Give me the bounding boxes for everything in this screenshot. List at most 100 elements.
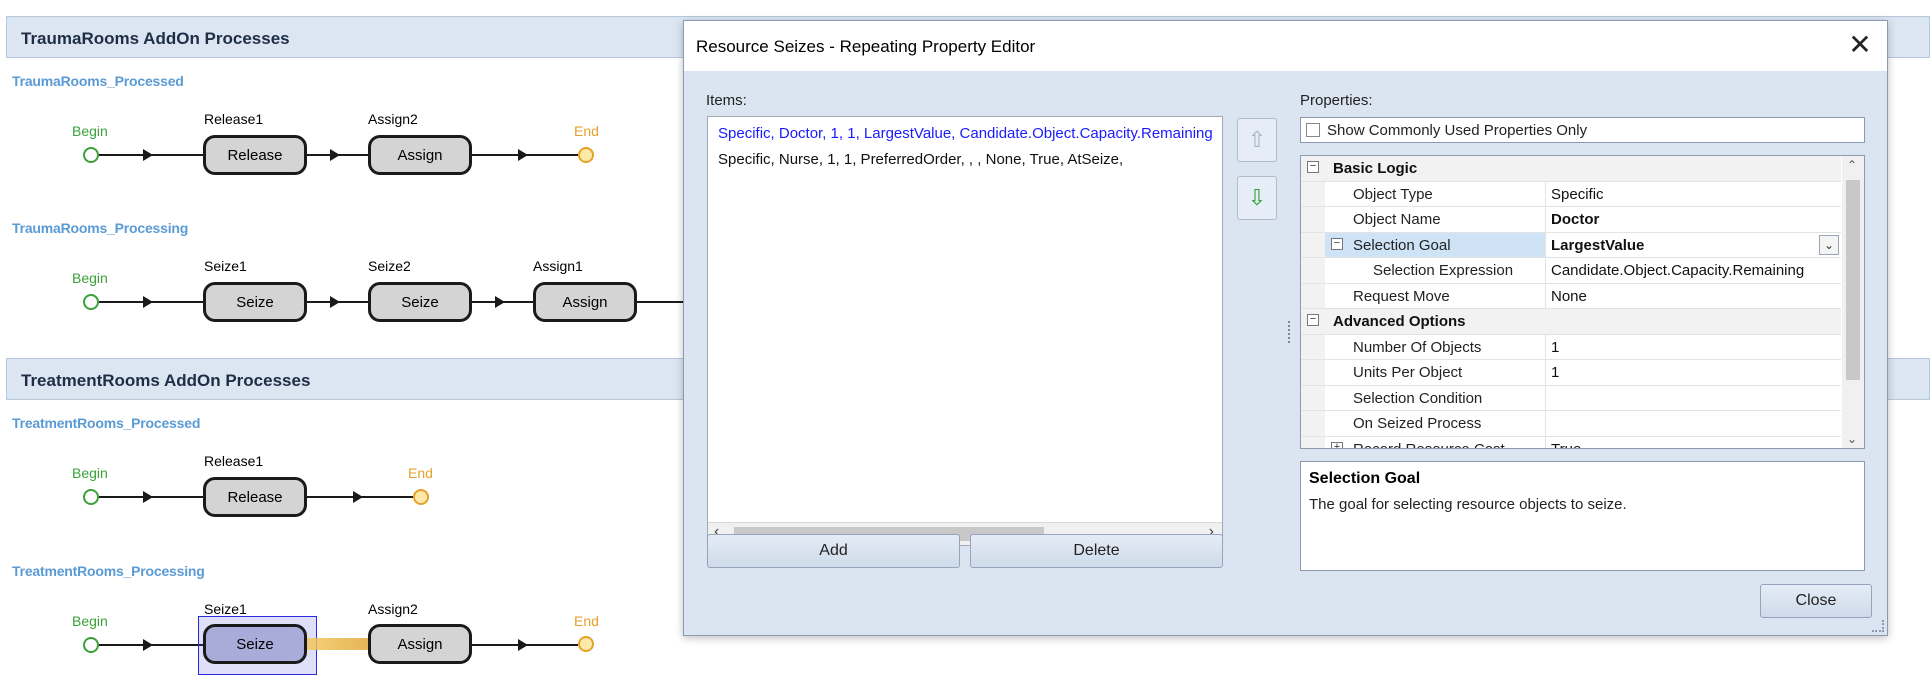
begin-node[interactable] [83,294,99,310]
step-name-label: Assign2 [368,111,418,127]
property-name: Selection Condition [1353,389,1483,407]
connector-arrow [495,296,505,308]
category-label: Advanced Options [1333,313,1466,330]
property-row[interactable]: Request Move None [1301,283,1841,309]
dialog-titlebar[interactable]: Resource Seizes - Repeating Property Edi… [684,21,1887,71]
property-row[interactable]: Units Per Object 1 [1301,360,1841,386]
step-name-label: Release1 [204,453,264,469]
delete-button[interactable]: Delete [970,534,1223,568]
step-name-label: Assign1 [533,258,583,274]
connector-highlighted[interactable] [307,638,369,650]
splitter-grip[interactable] [1288,321,1293,343]
checkbox-label: Show Commonly Used Properties Only [1327,122,1588,139]
property-value[interactable]: True [1551,441,1581,449]
items-list[interactable]: Specific, Doctor, 1, 1, LargestValue, Ca… [707,116,1223,546]
property-row[interactable]: On Seized Process [1301,411,1841,437]
end-label: End [574,123,599,139]
list-item-selected[interactable]: Specific, Doctor, 1, 1, LargestValue, Ca… [718,125,1213,142]
property-value[interactable]: Candidate.Object.Capacity.Remaining [1551,262,1804,279]
property-row[interactable]: + Record Resource Cost True [1301,436,1841,449]
property-value[interactable]: 1 [1551,339,1559,356]
properties-label: Properties: [1300,92,1373,109]
connector-arrow [143,491,153,503]
collapse-icon[interactable]: − [1331,237,1343,250]
connector-arrow [518,639,528,651]
collapse-icon[interactable]: − [1307,161,1319,173]
property-value[interactable]: Specific [1551,186,1604,203]
assign-step[interactable]: Assign [368,624,472,664]
begin-label: Begin [72,270,108,286]
step-name-label: Seize2 [368,258,411,274]
property-name: Record Resource Cost [1353,440,1505,449]
property-value[interactable]: LargestValue [1551,237,1644,254]
move-up-icon[interactable]: ⇧ [1237,118,1277,162]
property-description-panel: Selection Goal The goal for selecting re… [1300,461,1865,571]
connector-arrow [353,491,363,503]
property-name: Selection Goal [1353,236,1451,254]
chevron-down-icon[interactable]: ⌄ [1819,234,1839,255]
category-advanced-options[interactable]: − Advanced Options [1301,309,1841,335]
connector[interactable] [637,301,683,303]
vertical-scrollbar[interactable]: ⌃ ⌄ [1842,156,1864,448]
collapse-icon[interactable]: − [1307,314,1319,326]
description-text: The goal for selecting resource objects … [1309,496,1627,513]
connector-arrow [330,296,340,308]
property-row[interactable]: Object Name Doctor [1301,207,1841,233]
property-name: Selection Expression [1373,262,1514,279]
process-name[interactable]: TraumaRooms_Processed [12,73,184,89]
property-value[interactable]: Doctor [1551,211,1599,228]
begin-label: Begin [72,613,108,629]
move-down-icon[interactable]: ⇩ [1237,176,1277,220]
step-name-label: Release1 [204,111,264,127]
show-common-checkbox[interactable]: Show Commonly Used Properties Only [1300,117,1865,143]
close-icon[interactable]: ✕ [1845,31,1875,61]
section-title: TraumaRooms AddOn Processes [21,29,290,48]
section-title: TreatmentRooms AddOn Processes [21,371,311,390]
end-node[interactable] [413,489,429,505]
property-value[interactable]: None [1551,288,1587,305]
seize-step[interactable]: Seize [203,282,307,322]
process-name[interactable]: TraumaRooms_Processing [12,220,188,236]
connector-arrow [518,149,528,161]
expand-icon[interactable]: + [1331,441,1343,448]
property-name: On Seized Process [1353,415,1482,432]
step-name-label: Seize1 [204,258,247,274]
dialog-title: Resource Seizes - Repeating Property Edi… [696,37,1036,56]
checkbox-box[interactable] [1306,123,1320,137]
property-name: Units Per Object [1353,364,1463,381]
property-grid[interactable]: − Basic Logic Object Type Specific Objec… [1300,155,1865,449]
assign-step[interactable]: Assign [533,282,637,322]
begin-node[interactable] [83,637,99,653]
property-value[interactable]: 1 [1551,364,1559,381]
add-button[interactable]: Add [707,534,960,568]
property-row[interactable]: Selection Condition [1301,385,1841,411]
end-label: End [408,465,433,481]
seize-step-selected[interactable]: Seize [203,624,307,664]
property-row[interactable]: Object Type Specific [1301,181,1841,207]
close-button[interactable]: Close [1760,584,1872,618]
scroll-up-icon[interactable]: ⌃ [1847,158,1857,172]
begin-node[interactable] [83,147,99,163]
release-step[interactable]: Release [203,135,307,175]
process-name[interactable]: TreatmentRooms_Processed [12,415,200,431]
process-name[interactable]: TreatmentRooms_Processing [12,563,205,579]
connector-arrow [143,149,153,161]
scroll-down-icon[interactable]: ⌄ [1847,432,1857,446]
resize-grip-icon[interactable] [1872,620,1884,632]
category-basic-logic[interactable]: − Basic Logic [1301,156,1841,182]
release-step[interactable]: Release [203,477,307,517]
end-node[interactable] [578,147,594,163]
scroll-thumb[interactable] [1846,180,1860,380]
seize-step[interactable]: Seize [368,282,472,322]
end-label: End [574,613,599,629]
begin-node[interactable] [83,489,99,505]
list-item[interactable]: Specific, Nurse, 1, 1, PreferredOrder, ,… [718,151,1123,168]
property-row-selected[interactable]: − Selection Goal LargestValue ⌄ [1301,232,1841,258]
property-name: Number Of Objects [1353,338,1482,356]
end-node[interactable] [578,636,594,652]
assign-step[interactable]: Assign [368,135,472,175]
property-name: Object Name [1353,211,1441,228]
property-row[interactable]: Selection Expression Candidate.Object.Ca… [1301,258,1841,284]
property-row[interactable]: Number Of Objects 1 [1301,334,1841,360]
begin-label: Begin [72,465,108,481]
